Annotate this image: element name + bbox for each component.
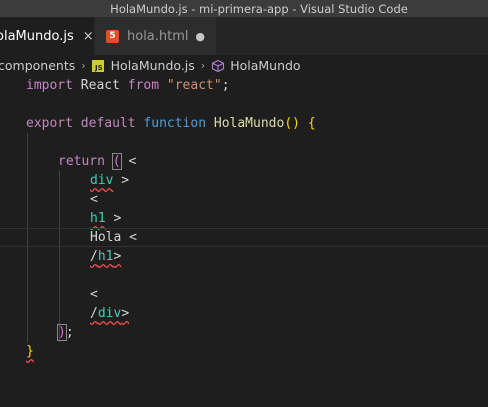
code-line-14: ); <box>57 324 74 341</box>
tab-holamundo-js[interactable]: olaMundo.js × <box>0 17 95 55</box>
code-line-3: export default function HolaMundo() { <box>26 116 316 131</box>
tab-label: hola.html <box>127 28 189 44</box>
html5-icon: 5 <box>106 29 119 43</box>
code-line-5: return ( < <box>58 153 137 170</box>
code-line-1: import React from "react"; <box>26 78 230 93</box>
code-line-12: < <box>90 287 98 302</box>
code-editor[interactable]: import React from "react"; export defaul… <box>0 76 488 407</box>
breadcrumb: components › JS HolaMundo.js › HolaMundo <box>0 55 488 76</box>
breadcrumb-symbol[interactable]: HolaMundo <box>211 58 301 73</box>
code-line-8: h1 > <box>90 211 122 226</box>
js-file-icon: JS <box>91 59 104 72</box>
editor-tab-bar: olaMundo.js × 5 hola.html ● <box>0 17 488 55</box>
window-title: HolaMundo.js - mi-primera-app - Visual S… <box>0 0 488 17</box>
code-line-13: /div> <box>90 306 130 321</box>
code-line-10: /h1> <box>90 249 122 264</box>
breadcrumb-folder[interactable]: components <box>0 58 75 73</box>
chevron-right-icon: › <box>81 59 86 72</box>
unsaved-dot-icon[interactable]: ● <box>195 30 205 43</box>
code-line-7: < <box>90 192 98 207</box>
breadcrumb-folder-label: components <box>0 58 76 73</box>
chevron-right-icon: › <box>200 59 206 72</box>
breadcrumb-symbol-label: HolaMundo <box>230 58 301 73</box>
close-icon[interactable]: × <box>83 29 94 44</box>
tab-hola-html[interactable]: 5 hola.html ● <box>95 17 217 55</box>
code-line-15: } <box>26 344 34 359</box>
tab-label: olaMundo.js <box>0 28 74 44</box>
symbol-method-icon <box>211 59 225 73</box>
breadcrumb-file-label: HolaMundo.js <box>110 58 195 73</box>
breadcrumb-file[interactable]: JS HolaMundo.js <box>91 58 195 73</box>
code-line-9: Hola < <box>0 228 488 247</box>
code-line-6: div > <box>90 173 130 188</box>
